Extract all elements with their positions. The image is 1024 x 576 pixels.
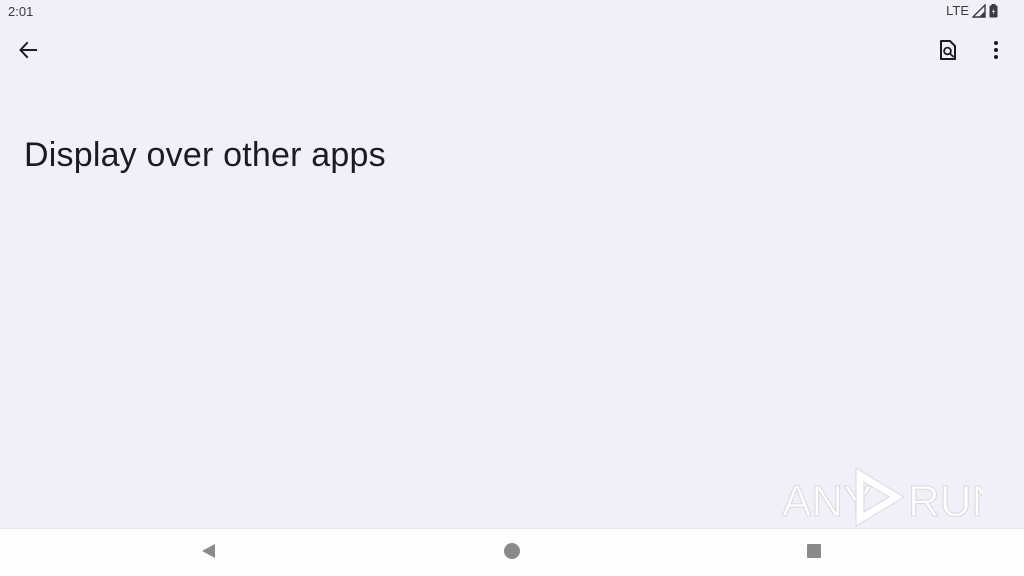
watermark-text-right: RUN [908, 477, 982, 526]
search-in-page-icon [938, 39, 958, 66]
search-settings-button[interactable] [928, 32, 968, 72]
status-icons: LTE [946, 3, 998, 18]
nav-recents-icon [807, 543, 821, 563]
nav-home-icon [504, 542, 520, 564]
network-type: LTE [946, 3, 969, 18]
back-button[interactable] [8, 32, 48, 72]
nav-back-button[interactable] [192, 537, 224, 569]
app-bar [0, 28, 1024, 76]
nav-home-button[interactable] [496, 537, 528, 569]
arrow-back-icon [18, 40, 38, 65]
page-title: Display over other apps [24, 136, 386, 174]
navigation-bar [0, 528, 1024, 576]
battery-icon [989, 3, 998, 18]
more-options-button[interactable] [976, 32, 1016, 72]
anyrun-watermark: ANY RUN [782, 464, 982, 530]
nav-back-icon [200, 543, 216, 564]
nav-recents-button[interactable] [798, 537, 830, 569]
status-time: 2:01 [8, 4, 34, 19]
more-vert-icon [993, 40, 999, 65]
signal-icon [972, 3, 986, 18]
play-logo-icon [855, 467, 905, 527]
status-bar: 2:01 LTE [0, 0, 1024, 24]
